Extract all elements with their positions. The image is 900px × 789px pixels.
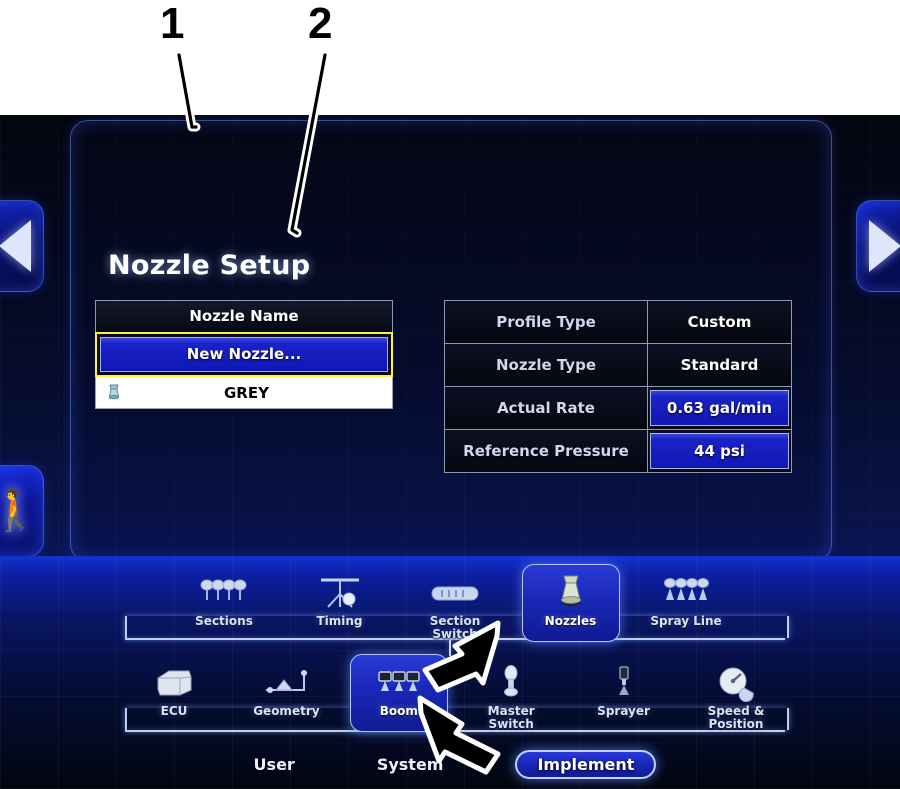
section-switch-icon [428, 571, 482, 615]
table-row: Reference Pressure 44 psi [444, 429, 792, 473]
spray-line-icon [658, 571, 714, 615]
page-title: Nozzle Setup [108, 250, 311, 281]
exit-button[interactable]: 🚶 [0, 465, 44, 557]
boom-icon [372, 661, 426, 705]
terminal-screen: 🚶 Nozzle Setup Nozzle Name New Nozzle... [0, 115, 900, 789]
next-arrow-icon [869, 220, 900, 272]
geometry-icon [260, 661, 312, 705]
nozzle-list-header: Nozzle Name [95, 300, 393, 332]
ecu-icon [151, 661, 197, 705]
nav-item-master-switch[interactable]: Master Switch [462, 654, 560, 732]
nozzle-icon [101, 384, 127, 402]
nav-row-implement: Sections Timing Section Switch Nozzles S… [175, 564, 735, 642]
nav-label: Boom [379, 704, 418, 718]
nav-label: Section Switch [429, 614, 481, 641]
new-nozzle-label: New Nozzle... [100, 337, 388, 372]
nav-item-spray-line[interactable]: Spray Line [637, 564, 735, 642]
nav-item-boom[interactable]: Boom [349, 654, 448, 732]
tab-implement[interactable]: Implement [515, 749, 657, 779]
previous-page-button[interactable] [0, 200, 44, 292]
nav-label: Timing [316, 614, 363, 628]
sections-icon [196, 571, 252, 615]
nav-item-geometry[interactable]: Geometry [237, 654, 335, 732]
spec-value: 44 psi [650, 433, 789, 469]
bottom-navigation-bar: Sections Timing Section Switch Nozzles S… [0, 556, 900, 789]
spec-value-cell[interactable]: 0.63 gal/min [647, 386, 792, 430]
callout-number-1: 1 [160, 0, 185, 48]
spec-key: Reference Pressure [444, 429, 648, 473]
nav-item-nozzles[interactable]: Nozzles [521, 564, 620, 642]
mode-tab-bar: User System Implement [0, 744, 900, 784]
nav-label: Nozzles [544, 614, 597, 628]
nav-item-sprayer[interactable]: Sprayer [575, 654, 673, 732]
timing-icon [315, 571, 365, 615]
tab-user[interactable]: User [244, 752, 305, 777]
nav-label: Spray Line [650, 614, 722, 628]
nav-item-ecu[interactable]: ECU [125, 654, 223, 732]
nav-label: Sections [195, 614, 253, 628]
nav-item-speed-position[interactable]: Speed & Position [687, 654, 785, 732]
nozzle-spec-table: Profile Type Custom Nozzle Type Standard… [444, 300, 792, 473]
callout-band: 1 2 [0, 0, 900, 117]
spec-key: Nozzle Type [444, 343, 648, 387]
nav-label: Master Switch [487, 704, 535, 731]
master-switch-icon [496, 661, 526, 705]
nav-item-timing[interactable]: Timing [291, 564, 389, 642]
table-row: Profile Type Custom [444, 300, 792, 344]
nav-label: Geometry [253, 704, 320, 718]
callout-number-2: 2 [308, 0, 333, 48]
bottom-group-stem [449, 730, 451, 744]
callout-lines-white-band [177, 53, 327, 117]
nav-item-section-switch[interactable]: Section Switch [406, 564, 504, 642]
screenshot-root: 🚶 Nozzle Setup Nozzle Name New Nozzle... [0, 0, 900, 789]
nav-item-sections[interactable]: Sections [175, 564, 273, 642]
sprayer-icon [611, 661, 637, 705]
tab-system[interactable]: System [367, 752, 454, 777]
nozzle-list: Nozzle Name New Nozzle... GREY [95, 300, 393, 409]
spec-value-cell[interactable]: 44 psi [647, 429, 792, 473]
table-row: Nozzle Type Standard [444, 343, 792, 387]
spec-key: Actual Rate [444, 386, 648, 430]
previous-arrow-icon [0, 220, 31, 272]
next-page-button[interactable] [856, 200, 900, 292]
nozzle-name: GREY [224, 383, 269, 402]
nozzle-icon [550, 571, 592, 615]
list-item[interactable]: GREY [95, 377, 393, 409]
spec-value[interactable]: Standard [647, 343, 792, 387]
nav-row-system: ECU Geometry Boom Master Switch Sprayer … [125, 654, 785, 732]
nav-label: ECU [160, 704, 188, 718]
nav-label: Speed & Position [707, 704, 765, 731]
running-man-icon: 🚶 [0, 488, 40, 534]
table-row: Actual Rate 0.63 gal/min [444, 386, 792, 430]
spec-key: Profile Type [444, 300, 648, 344]
spec-value[interactable]: Custom [647, 300, 792, 344]
new-nozzle-row[interactable]: New Nozzle... [95, 332, 393, 377]
nav-label: Sprayer [597, 704, 650, 718]
speed-position-icon [714, 661, 758, 705]
spec-value: 0.63 gal/min [650, 390, 789, 426]
